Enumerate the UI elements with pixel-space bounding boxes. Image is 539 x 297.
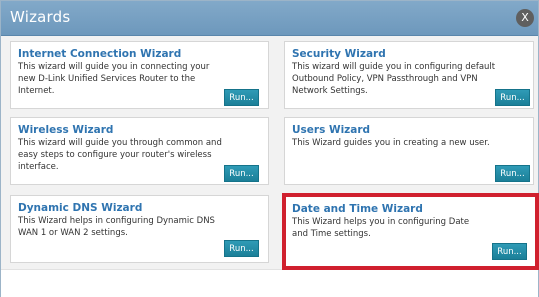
wizard-card-wireless: Wireless Wizard This wizard will guide y…	[10, 117, 269, 185]
wizard-title: Wireless Wizard	[18, 124, 114, 136]
wizard-description: This wizard will guide you in connecting…	[18, 62, 210, 96]
wizard-title: Date and Time Wizard	[292, 203, 423, 215]
wizard-card-dynamic-dns: Dynamic DNS Wizard This Wizard helps in …	[10, 195, 269, 263]
run-internet-connection-wizard-button[interactable]: Run...	[224, 89, 259, 106]
dialog-footer	[1, 269, 538, 297]
wizard-description: This Wizard guides you in creating a new…	[292, 138, 490, 148]
wizard-title: Security Wizard	[292, 48, 386, 60]
wizard-title: Dynamic DNS Wizard	[18, 202, 143, 214]
wizard-card-date-time-highlighted: Date and Time Wizard This Wizard helps y…	[282, 193, 539, 270]
run-wireless-wizard-button[interactable]: Run...	[224, 165, 259, 182]
wizard-description: This Wizard helps you in configuring Dat…	[292, 217, 470, 239]
wizard-card-users: Users Wizard This Wizard guides you in c…	[284, 117, 534, 185]
run-security-wizard-button[interactable]: Run...	[495, 89, 530, 106]
wizards-dialog: Wizards X Internet Connection Wizard Thi…	[0, 0, 539, 297]
wizard-card-internet-connection: Internet Connection Wizard This wizard w…	[10, 41, 269, 109]
wizard-description: This Wizard helps in configuring Dynamic…	[18, 216, 215, 238]
wizard-card-security: Security Wizard This wizard will guide y…	[284, 41, 534, 109]
run-date-time-wizard-button[interactable]: Run...	[492, 243, 527, 260]
wizard-description: This wizard will guide you through commo…	[18, 138, 222, 172]
wizard-title: Users Wizard	[292, 124, 371, 136]
run-users-wizard-button[interactable]: Run...	[495, 165, 530, 182]
dialog-title: Wizards	[10, 8, 71, 26]
close-button[interactable]: X	[516, 9, 534, 27]
wizard-title: Internet Connection Wizard	[18, 48, 182, 60]
wizard-description: This wizard will guide you in configurin…	[292, 62, 496, 96]
run-dynamic-dns-wizard-button[interactable]: Run...	[224, 240, 259, 257]
dialog-header: Wizards X	[1, 1, 538, 36]
